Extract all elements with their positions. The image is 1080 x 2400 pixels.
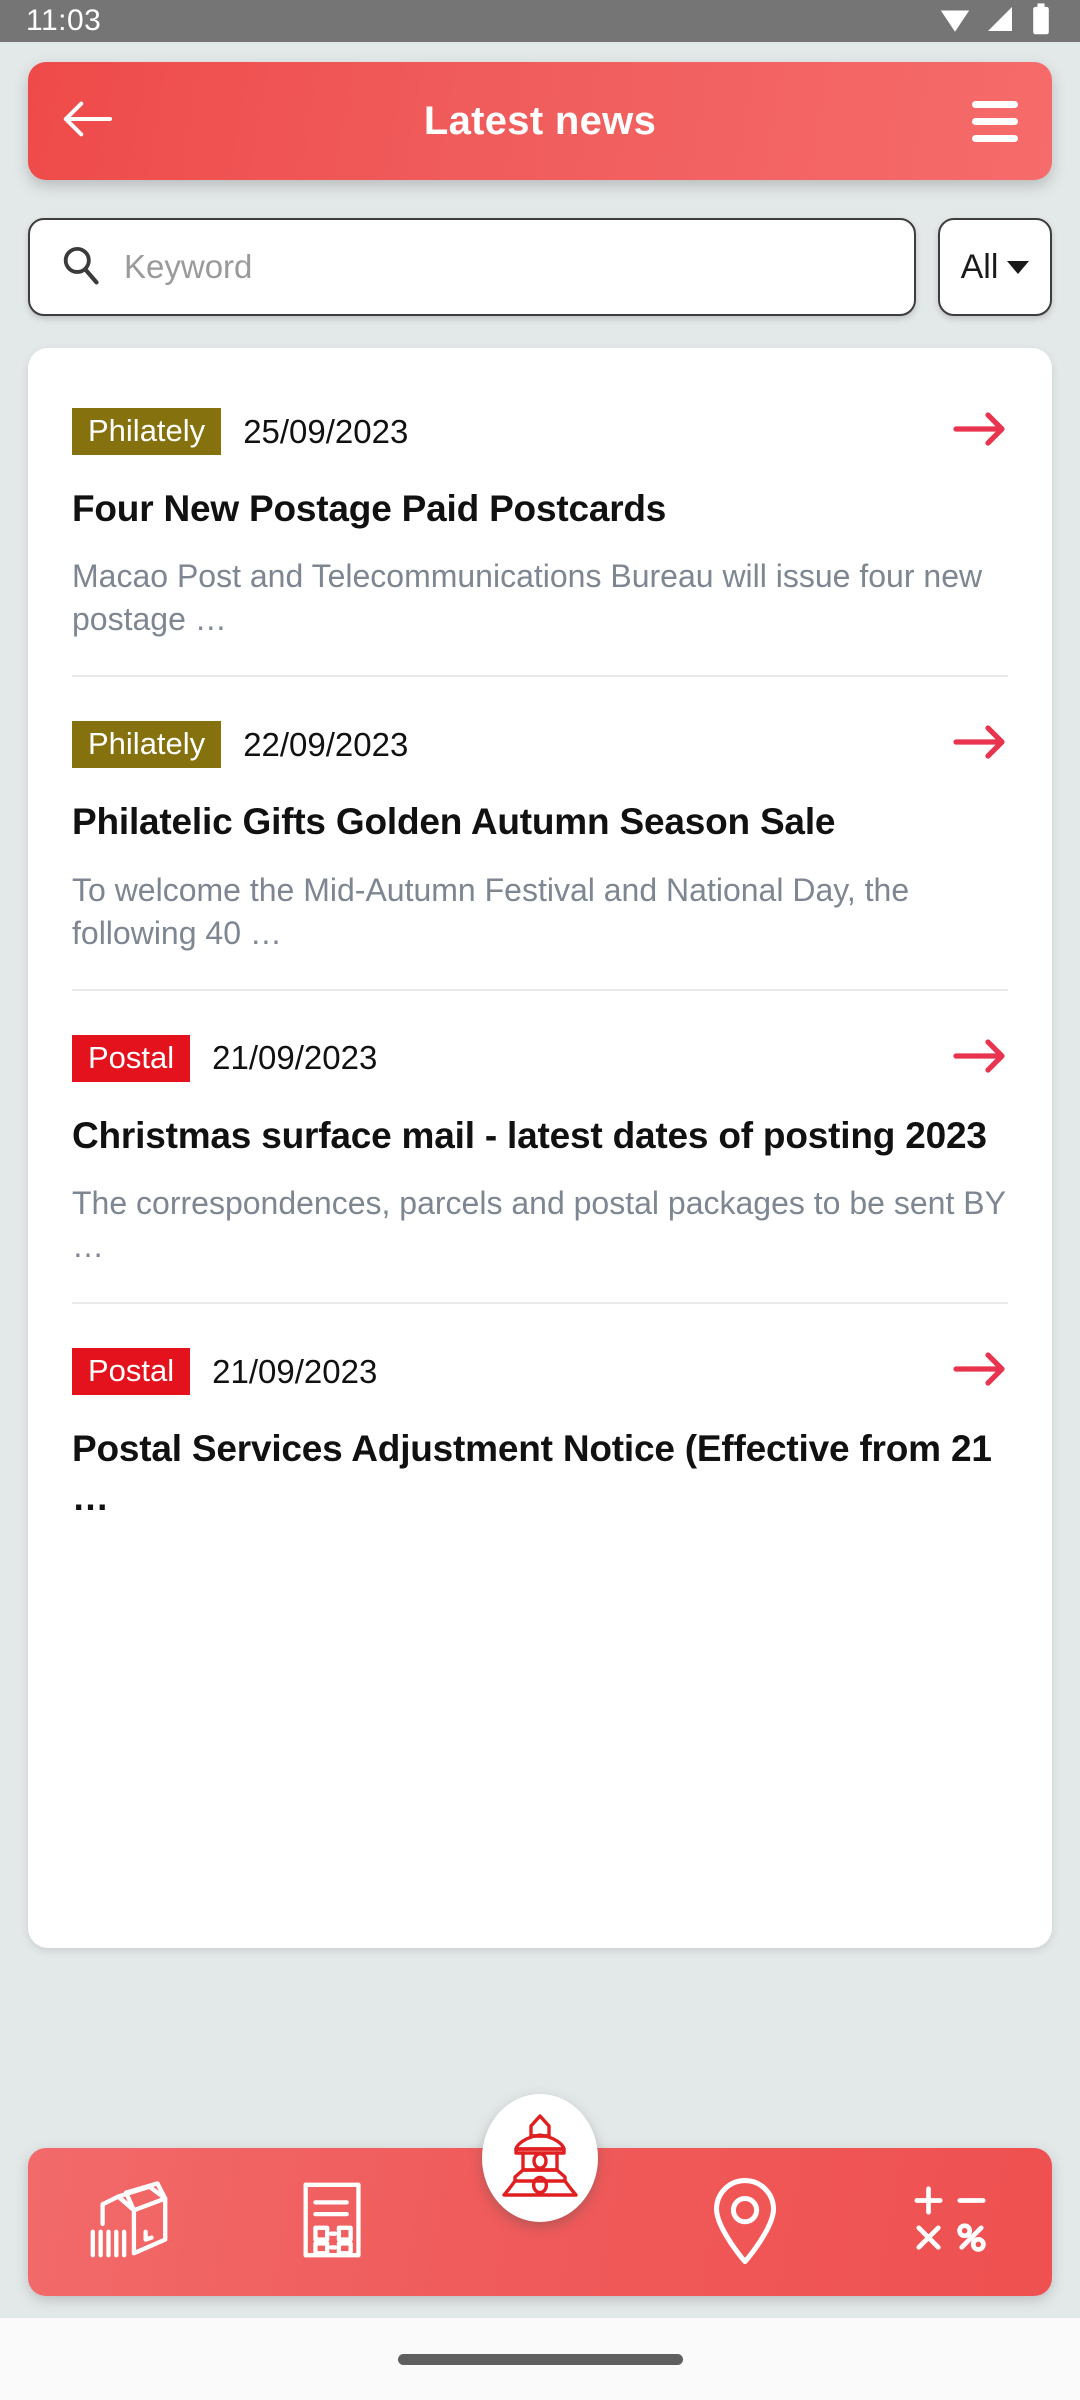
location-pin-icon <box>705 2174 785 2271</box>
category-filter-label: All <box>960 247 999 286</box>
list-item[interactable]: Philately 22/09/2023 Philatelic Gifts Go… <box>72 677 1008 991</box>
list-item[interactable]: Postal 21/09/2023 Postal Services Adjust… <box>72 1304 1008 1555</box>
news-list[interactable]: Philately 25/09/2023 Four New Postage Pa… <box>28 348 1052 1948</box>
nav-item-location[interactable] <box>670 2174 820 2271</box>
back-button[interactable] <box>62 99 113 144</box>
hamburger-menu-icon <box>972 100 1018 108</box>
parcel-box-icon <box>85 2175 175 2270</box>
arrow-right-icon[interactable] <box>952 411 1008 452</box>
news-meta: Philately 25/09/2023 <box>72 408 1008 455</box>
chevron-down-icon <box>1007 260 1030 274</box>
status-badge: Philately <box>72 408 222 455</box>
news-date: 21/09/2023 <box>212 1352 378 1390</box>
arrow-right-icon[interactable] <box>952 1038 1008 1079</box>
arrow-left-icon <box>62 99 113 144</box>
nav-item-calculator[interactable] <box>875 2179 1025 2266</box>
status-badge: Philately <box>72 721 222 769</box>
page-title: Latest news <box>423 98 657 143</box>
arrow-right-icon[interactable] <box>952 724 1008 765</box>
news-title[interactable]: Four New Postage Paid Postcards <box>72 485 1008 533</box>
search-placeholder: Keyword <box>124 248 253 285</box>
status-bar: 11:03 <box>0 0 1080 42</box>
calculator-icon <box>907 2179 993 2266</box>
news-meta: Postal 21/09/2023 <box>72 1348 1008 1396</box>
nav-item-parcel[interactable] <box>55 2175 205 2270</box>
status-bar-clock: 11:03 <box>26 4 102 37</box>
news-meta: Philately 22/09/2023 <box>72 721 1008 769</box>
news-summary: Macao Post and Telecommunications Bureau… <box>72 558 983 638</box>
status-badge: Postal <box>72 1348 191 1396</box>
app-bar: Latest news <box>28 62 1052 180</box>
category-filter-dropdown[interactable]: All <box>938 218 1052 316</box>
status-badge: Postal <box>72 1034 191 1082</box>
search-row: Keyword All <box>28 218 1052 316</box>
system-gesture-bar <box>0 2318 1080 2400</box>
news-meta: Postal 21/09/2023 <box>72 1034 1008 1082</box>
news-summary: To welcome the Mid-Autumn Festival and N… <box>72 871 910 951</box>
news-date: 25/09/2023 <box>243 412 409 450</box>
arrow-right-icon[interactable] <box>952 1351 1008 1392</box>
wifi-icon <box>938 2 972 41</box>
list-item[interactable]: Philately 25/09/2023 Four New Postage Pa… <box>72 348 1008 678</box>
list-item[interactable]: Postal 21/09/2023 Christmas surface mail… <box>72 991 1008 1305</box>
hamburger-menu-icon <box>972 134 1018 142</box>
app-screen: Latest news Keyword All Philately 25/09/… <box>0 42 1080 2318</box>
cellular-signal-icon <box>984 3 1016 40</box>
battery-icon <box>1028 2 1054 41</box>
status-bar-icons <box>938 2 1054 41</box>
document-qr-code-icon <box>292 2177 378 2268</box>
guia-lighthouse-icon <box>498 2110 582 2207</box>
news-summary: The correspondences, parcels and postal … <box>72 1185 1006 1265</box>
news-date: 22/09/2023 <box>243 725 409 763</box>
news-title[interactable]: Philatelic Gifts Golden Autumn Season Sa… <box>72 798 1008 846</box>
hamburger-menu-icon <box>972 117 1018 125</box>
news-title[interactable]: Christmas surface mail - latest dates of… <box>72 1112 1008 1160</box>
news-title[interactable]: Postal Services Adjustment Notice (Effec… <box>72 1425 1008 1521</box>
search-input[interactable]: Keyword <box>28 218 916 316</box>
menu-button[interactable] <box>972 100 1018 142</box>
search-icon <box>58 243 102 292</box>
news-date: 21/09/2023 <box>212 1039 378 1077</box>
home-fab-button[interactable] <box>482 2094 598 2222</box>
nav-item-document-qr[interactable] <box>260 2177 410 2268</box>
home-gesture-bar[interactable] <box>397 2353 683 2365</box>
